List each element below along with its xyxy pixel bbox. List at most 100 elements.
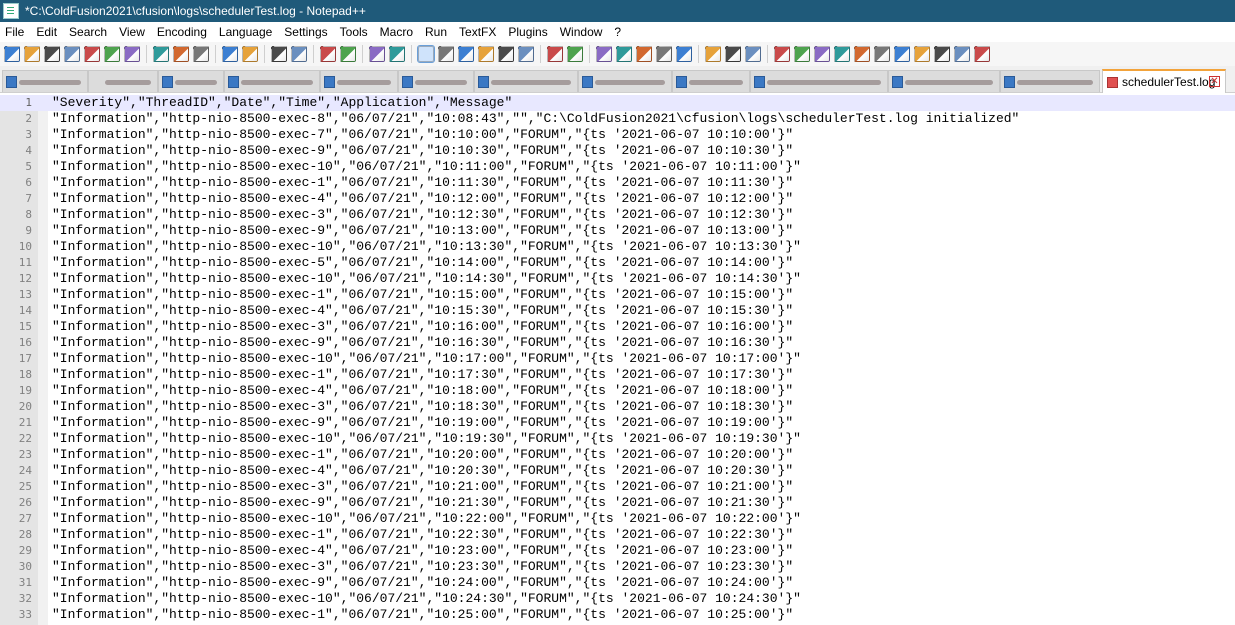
menu-item[interactable]: Tools: [335, 25, 375, 39]
plugin-e-icon[interactable]: [854, 46, 870, 62]
tab-close-icon[interactable]: ✕: [1209, 76, 1220, 87]
zoom-out-icon[interactable]: [340, 46, 356, 62]
editor-line[interactable]: 22 "Information","http-nio-8500-exec-10",…: [0, 431, 1235, 447]
menu-item[interactable]: Plugins: [503, 25, 554, 39]
editor-line[interactable]: 26 "Information","http-nio-8500-exec-9","…: [0, 495, 1235, 511]
editor-area[interactable]: 1 "Severity","ThreadID","Date","Time","Ap…: [0, 95, 1235, 625]
menu-item[interactable]: ?: [609, 25, 628, 39]
tab-hidden-8[interactable]: [578, 70, 672, 92]
menu-item[interactable]: Edit: [31, 25, 64, 39]
print-icon[interactable]: [124, 46, 140, 62]
editor-line[interactable]: 29 "Information","http-nio-8500-exec-4","…: [0, 543, 1235, 559]
tab-hidden-4[interactable]: [224, 70, 320, 92]
bookmark-icon[interactable]: [725, 46, 741, 62]
tab-hidden-1[interactable]: [2, 70, 88, 92]
tab-hidden-12[interactable]: [1000, 70, 1100, 92]
save-all-icon[interactable]: [64, 46, 80, 62]
zoom-in-icon[interactable]: [320, 46, 336, 62]
copy-icon[interactable]: [173, 46, 189, 62]
editor-line[interactable]: 8 "Information","http-nio-8500-exec-3","0…: [0, 207, 1235, 223]
menu-item[interactable]: Window: [555, 25, 610, 39]
editor-line[interactable]: 2 "Information","http-nio-8500-exec-8","0…: [0, 111, 1235, 127]
undo-icon[interactable]: [222, 46, 238, 62]
clipboard-icon[interactable]: [954, 46, 970, 62]
plugin-g-icon[interactable]: [894, 46, 910, 62]
menu-item[interactable]: Macro: [375, 25, 420, 39]
editor-line[interactable]: 33 "Information","http-nio-8500-exec-1","…: [0, 607, 1235, 623]
spellcheck-icon[interactable]: [974, 46, 990, 62]
tab-hidden-11[interactable]: [888, 70, 1000, 92]
plugin-d-icon[interactable]: [834, 46, 850, 62]
plugin-f-icon[interactable]: [874, 46, 890, 62]
stop-record-icon[interactable]: [616, 46, 632, 62]
editor-line[interactable]: 5 "Information","http-nio-8500-exec-10","…: [0, 159, 1235, 175]
close-all-icon[interactable]: [104, 46, 120, 62]
next-icon[interactable]: [745, 46, 761, 62]
tab-hidden-9[interactable]: [672, 70, 750, 92]
show-all-chars-icon[interactable]: [438, 46, 454, 62]
save-icon[interactable]: [44, 46, 60, 62]
indent-guide-icon[interactable]: [458, 46, 474, 62]
editor-line[interactable]: 31 "Information","http-nio-8500-exec-9","…: [0, 575, 1235, 591]
replace-icon[interactable]: [291, 46, 307, 62]
menu-item[interactable]: View: [114, 25, 152, 39]
monitor-icon[interactable]: [567, 46, 583, 62]
play-multiple-icon[interactable]: [656, 46, 672, 62]
menu-item[interactable]: Settings: [279, 25, 334, 39]
tab-schedulertest-log[interactable]: schedulerTest.log ✕: [1102, 69, 1226, 93]
doc-map-icon[interactable]: [498, 46, 514, 62]
editor-line[interactable]: 20 "Information","http-nio-8500-exec-3","…: [0, 399, 1235, 415]
folder-workspace-icon[interactable]: [547, 46, 563, 62]
plugin-b-icon[interactable]: [794, 46, 810, 62]
editor-line[interactable]: 32 "Information","http-nio-8500-exec-10",…: [0, 591, 1235, 607]
tab-hidden-7[interactable]: [474, 70, 578, 92]
tab-hidden-10[interactable]: [750, 70, 888, 92]
save-macro-icon[interactable]: [676, 46, 692, 62]
menu-item[interactable]: File: [0, 25, 31, 39]
menu-item[interactable]: Encoding: [152, 25, 214, 39]
editor-line[interactable]: 23 "Information","http-nio-8500-exec-1","…: [0, 447, 1235, 463]
menu-item[interactable]: Run: [420, 25, 454, 39]
editor-line[interactable]: 15 "Information","http-nio-8500-exec-3","…: [0, 319, 1235, 335]
json-icon[interactable]: [934, 46, 950, 62]
editor-line[interactable]: 9 "Information","http-nio-8500-exec-9","0…: [0, 223, 1235, 239]
editor-line[interactable]: 1 "Severity","ThreadID","Date","Time","Ap…: [0, 95, 1235, 111]
sync-vertical-icon[interactable]: [369, 46, 385, 62]
editor-line[interactable]: 13 "Information","http-nio-8500-exec-1","…: [0, 287, 1235, 303]
tab-hidden-2[interactable]: [88, 70, 158, 92]
menu-item[interactable]: Search: [64, 25, 114, 39]
editor-line[interactable]: 16 "Information","http-nio-8500-exec-9","…: [0, 335, 1235, 351]
tab-hidden-6[interactable]: [398, 70, 474, 92]
editor-line[interactable]: 11 "Information","http-nio-8500-exec-5","…: [0, 255, 1235, 271]
editor-line[interactable]: 27 "Information","http-nio-8500-exec-10",…: [0, 511, 1235, 527]
tab-hidden-3[interactable]: [158, 70, 224, 92]
menu-item[interactable]: Language: [214, 25, 279, 39]
editor-line[interactable]: 3 "Information","http-nio-8500-exec-7","0…: [0, 127, 1235, 143]
html-tag-icon[interactable]: [914, 46, 930, 62]
play-macro-icon[interactable]: [636, 46, 652, 62]
cut-icon[interactable]: [153, 46, 169, 62]
find-icon[interactable]: [271, 46, 287, 62]
editor-line[interactable]: 28 "Information","http-nio-8500-exec-1","…: [0, 527, 1235, 543]
close-icon[interactable]: [84, 46, 100, 62]
editor-line[interactable]: 17 "Information","http-nio-8500-exec-10",…: [0, 351, 1235, 367]
editor-line[interactable]: 7 "Information","http-nio-8500-exec-4","0…: [0, 191, 1235, 207]
function-list-icon[interactable]: [518, 46, 534, 62]
editor-line[interactable]: 30 "Information","http-nio-8500-exec-3","…: [0, 559, 1235, 575]
editor-line[interactable]: 18 "Information","http-nio-8500-exec-1","…: [0, 367, 1235, 383]
prev-icon[interactable]: [705, 46, 721, 62]
editor-line[interactable]: 21 "Information","http-nio-8500-exec-9","…: [0, 415, 1235, 431]
plugin-c-icon[interactable]: [814, 46, 830, 62]
editor-line[interactable]: 24 "Information","http-nio-8500-exec-4","…: [0, 463, 1235, 479]
editor-line[interactable]: 12 "Information","http-nio-8500-exec-10",…: [0, 271, 1235, 287]
word-wrap-icon[interactable]: [417, 45, 435, 63]
editor-line[interactable]: 14 "Information","http-nio-8500-exec-4","…: [0, 303, 1235, 319]
record-macro-icon[interactable]: [596, 46, 612, 62]
redo-icon[interactable]: [242, 46, 258, 62]
plugin-a-icon[interactable]: [774, 46, 790, 62]
sync-horizontal-icon[interactable]: [389, 46, 405, 62]
editor-line[interactable]: 6 "Information","http-nio-8500-exec-1","0…: [0, 175, 1235, 191]
editor-line[interactable]: 19 "Information","http-nio-8500-exec-4","…: [0, 383, 1235, 399]
paste-icon[interactable]: [193, 46, 209, 62]
udl-icon[interactable]: [478, 46, 494, 62]
